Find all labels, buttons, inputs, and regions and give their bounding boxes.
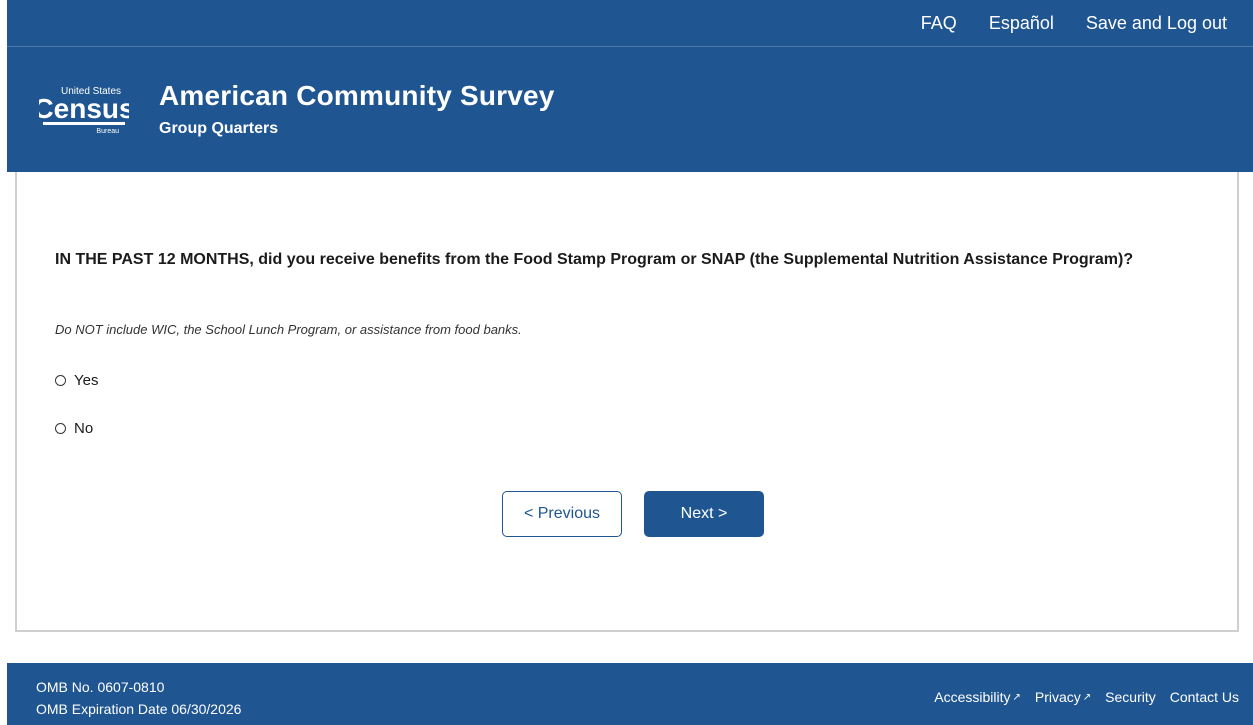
no-radio[interactable] bbox=[55, 423, 66, 434]
header-title-block: American Community Survey Group Quarters bbox=[159, 80, 555, 138]
census-logo[interactable]: United States Census Bureau bbox=[39, 83, 129, 135]
yes-radio[interactable] bbox=[55, 375, 66, 386]
previous-button[interactable]: < Previous bbox=[502, 491, 622, 537]
question-instruction: Do NOT include WIC, the School Lunch Pro… bbox=[55, 322, 522, 337]
privacy-label: Privacy bbox=[1034, 689, 1081, 705]
save-and-logout-link[interactable]: Save and Log out bbox=[1086, 13, 1227, 34]
logo-census: Census bbox=[39, 93, 129, 124]
contact-us-link[interactable]: Contact Us bbox=[1170, 689, 1239, 705]
footer-links: Accessibility ↗ Privacy ↗ Security Contact… bbox=[920, 689, 1239, 705]
espanol-link[interactable]: Español bbox=[989, 13, 1054, 34]
omb-info: OMB No. 0607-0810 OMB Expiration Date 06… bbox=[36, 676, 241, 720]
security-link[interactable]: Security bbox=[1105, 689, 1156, 705]
page-subtitle: Group Quarters bbox=[159, 120, 279, 137]
accessibility-link[interactable]: Accessibility ↗ bbox=[934, 689, 1021, 705]
external-link-icon: ↗ bbox=[1082, 692, 1092, 703]
site-header: United States Census Bureau American Com… bbox=[7, 47, 1253, 172]
external-link-icon: ↗ bbox=[1012, 692, 1021, 703]
top-utility-bar: FAQ Español Save and Log out bbox=[7, 0, 1253, 47]
question-text: IN THE PAST 12 MONTHS, did you receive b… bbox=[55, 251, 1134, 268]
option-no[interactable]: No bbox=[55, 420, 93, 437]
yes-label: Yes bbox=[74, 372, 99, 389]
option-yes[interactable]: Yes bbox=[55, 372, 98, 389]
omb-number: OMB No. 0607-0810 bbox=[36, 679, 165, 695]
accessibility-label: Accessibility bbox=[934, 689, 1011, 705]
no-label: No bbox=[74, 420, 94, 437]
logo-bureau: Bureau bbox=[96, 128, 119, 135]
omb-expiration: OMB Expiration Date 06/30/2026 bbox=[36, 701, 242, 717]
question-panel: IN THE PAST 12 MONTHS, did you receive b… bbox=[15, 172, 1239, 632]
page-title: American Community Survey bbox=[159, 80, 555, 111]
site-footer: OMB No. 0607-0810 OMB Expiration Date 06… bbox=[7, 663, 1253, 725]
privacy-link[interactable]: Privacy ↗ bbox=[1035, 689, 1091, 705]
faq-link[interactable]: FAQ bbox=[921, 13, 957, 34]
top-nav: FAQ Español Save and Log out bbox=[889, 0, 1227, 47]
next-button[interactable]: Next > bbox=[644, 491, 764, 537]
census-logo-graphic: United States Census Bureau bbox=[39, 86, 129, 135]
